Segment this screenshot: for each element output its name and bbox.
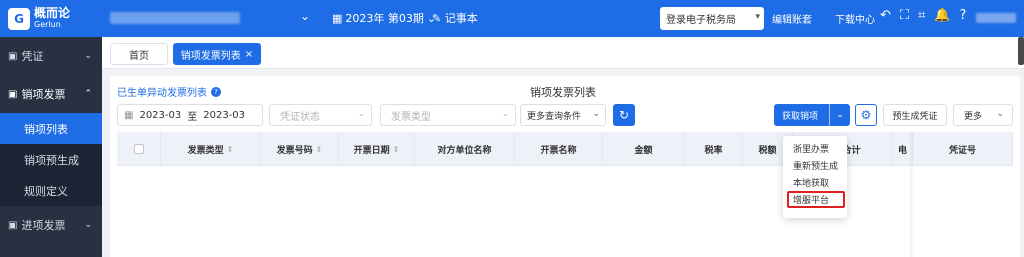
filter-bar: ▦ 2023-03 至 2023-03 凭证状态 ⌄ 发票类型 ⌄ 更多查询条件… <box>117 104 1017 126</box>
chevron-down-icon: ⌄ <box>84 220 92 230</box>
invoice-icon: ▣ <box>8 88 18 100</box>
table-body <box>117 166 1013 257</box>
sidebar-group-sales-invoice[interactable]: ▣ 销项发票 ⌃ <box>0 75 102 113</box>
select-all-cell <box>117 132 161 166</box>
chevron-down-icon: ⌄ <box>996 109 1004 119</box>
gear-icon: ⚙ <box>860 108 872 122</box>
col-amount: 金额 <box>603 132 685 166</box>
edit-books-link[interactable]: 编辑账套 <box>772 11 812 26</box>
chevron-down-icon: ▾ <box>755 12 760 22</box>
help-icon[interactable]: ? <box>211 86 221 97</box>
sidebar-item-rules[interactable]: 规则定义 <box>0 175 102 206</box>
sidebar-item-sales-list[interactable]: 销项列表 <box>0 113 102 144</box>
col-invoice-type[interactable]: 发票类型 ⇕ <box>161 132 261 166</box>
notebook-icon: ✎ <box>432 12 442 25</box>
sort-icon: ⇕ <box>392 144 400 154</box>
col-issue-date[interactable]: 开票日期 ⇕ <box>339 132 415 166</box>
table-header: 发票类型⇕ 发票号码⇕ 开票日期⇕ 对方单位名称 开票名称 金额 税率 税额 价… <box>117 132 1013 166</box>
sort-icon: ⇕ <box>226 144 234 154</box>
period-label: 2023年 第03期 <box>345 12 424 25</box>
fullscreen-icon[interactable]: ⛶ <box>900 8 909 23</box>
sidebar-group-voucher[interactable]: ▣ 凭证 ⌄ <box>0 37 102 75</box>
notebook-link[interactable]: ✎ 记事本 <box>432 10 478 26</box>
tab-bar: 首页 销项发票列表 × <box>102 37 1024 69</box>
col-counterparty: 对方单位名称 <box>415 132 515 166</box>
calendar-icon: ▦ <box>124 109 134 121</box>
tax-bureau-login-button[interactable]: 登录电子税务局 ▾ <box>660 7 764 30</box>
sidebar: ▣ 凭证 ⌄ ▣ 销项发票 ⌃ 销项列表 销项预生成 规则定义 ▣ 进项发票 ⌄ <box>0 37 102 257</box>
menu-item-value-added-platform[interactable]: 增服平台 <box>787 191 845 208</box>
col-invoice-name: 开票名称 <box>515 132 603 166</box>
tab-home[interactable]: 首页 <box>110 43 168 65</box>
voucher-status-select[interactable]: 凭证状态 ⌄ <box>269 104 372 126</box>
calendar-icon: ▦ <box>332 11 343 25</box>
voucher-icon: ▣ <box>8 50 18 62</box>
chevron-up-icon: ⌃ <box>84 89 92 99</box>
bell-icon[interactable]: 🔔 <box>934 8 950 23</box>
chevron-down-icon: ⌄ <box>592 109 600 119</box>
brand-name-en: Gerlun <box>34 19 61 29</box>
top-bar: G 概而论 Gerlun ⌄ ▦ 2023年 第03期 ⌄ ✎ 记事本 登录电子… <box>0 0 1024 37</box>
invoice-in-icon: ▣ <box>8 219 18 231</box>
fetch-sales-menu: 浙里办票 重新预生成 本地获取 增服平台 <box>783 136 847 218</box>
select-all-checkbox[interactable] <box>133 144 144 154</box>
settings-button[interactable]: ⚙ <box>855 104 877 126</box>
logo-icon: G <box>8 7 30 30</box>
company-name-blurred[interactable] <box>110 12 240 24</box>
refresh-icon: ↻ <box>618 108 630 122</box>
logo[interactable]: G 概而论 Gerlun <box>0 5 100 30</box>
main-panel: 已生单异动发票列表 ? 销项发票列表 ▦ 2023-03 至 2023-03 凭… <box>110 76 1020 257</box>
chevron-down-icon: ⌄ <box>84 51 92 61</box>
download-center-link[interactable]: 下载中心 <box>835 11 875 26</box>
sort-icon: ⇕ <box>315 144 323 154</box>
fixed-column-shadow <box>910 132 914 257</box>
page-title: 销项发票列表 <box>530 86 596 99</box>
col-tax-rate: 税率 <box>685 132 743 166</box>
invoice-type-select[interactable]: 发票类型 ⌄ <box>380 104 516 126</box>
chevron-down-icon: ⌄ <box>357 109 365 119</box>
sidebar-group-purchase-invoice[interactable]: ▣ 进项发票 ⌄ <box>0 206 102 244</box>
col-voucher-number: 凭证号 <box>913 132 1013 166</box>
date-range-picker[interactable]: ▦ 2023-03 至 2023-03 <box>117 104 263 126</box>
scan-icon[interactable]: ⌗ <box>918 8 925 23</box>
menu-item-zheli[interactable]: 浙里办票 <box>783 140 847 157</box>
undo-icon[interactable]: ↶ <box>880 8 891 23</box>
scrollbar[interactable] <box>1018 37 1024 65</box>
chevron-down-icon[interactable]: ⌄ <box>829 104 850 126</box>
col-invoice-number[interactable]: 发票号码 ⇕ <box>261 132 339 166</box>
tab-sales-invoice-list[interactable]: 销项发票列表 × <box>173 43 261 65</box>
brand-name: 概而论 <box>34 5 71 20</box>
user-name-blurred[interactable] <box>976 13 1016 23</box>
more-button[interactable]: 更多 ⌄ <box>953 104 1013 126</box>
close-icon[interactable]: × <box>245 49 253 60</box>
chevron-down-icon[interactable]: ⌄ <box>300 9 310 23</box>
fetch-sales-button[interactable]: 获取销项 ⌄ <box>774 104 850 126</box>
changed-invoice-link[interactable]: 已生单异动发票列表 ? <box>117 84 221 99</box>
menu-item-local-fetch[interactable]: 本地获取 <box>783 174 847 191</box>
refresh-button[interactable]: ↻ <box>613 104 635 126</box>
more-conditions-select[interactable]: 更多查询条件 ⌄ <box>520 104 606 126</box>
menu-item-regenerate[interactable]: 重新预生成 <box>783 157 847 174</box>
pregen-voucher-button[interactable]: 预生成凭证 <box>883 104 947 126</box>
period-selector[interactable]: ▦ 2023年 第03期 ⌄ <box>332 10 436 26</box>
help-icon[interactable]: ? <box>960 8 967 23</box>
chevron-down-icon: ⌄ <box>501 109 509 119</box>
sidebar-item-sales-pregen[interactable]: 销项预生成 <box>0 144 102 175</box>
